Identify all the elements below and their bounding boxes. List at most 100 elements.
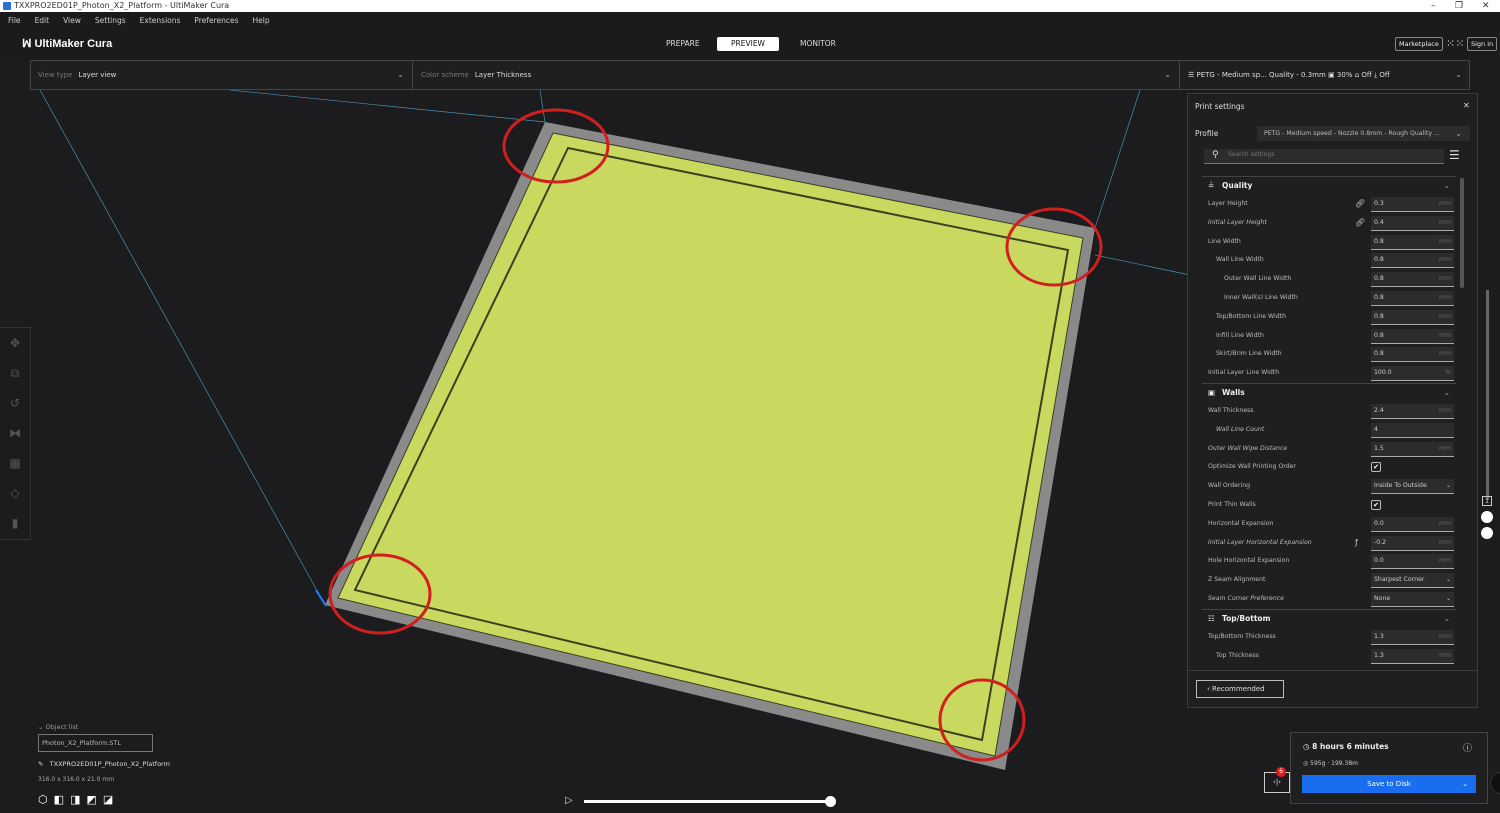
support-blocker-icon[interactable]: ◇ (0, 478, 30, 508)
layer-slider-lower-handle[interactable] (1481, 527, 1493, 539)
settings-menu-icon[interactable]: ☰ (1449, 148, 1460, 162)
setting-input[interactable]: 0.8 mm (1371, 272, 1454, 288)
color-scheme-dropdown[interactable]: Color scheme Layer Thickness ⌄ (413, 60, 1180, 90)
setting-input[interactable]: 0.4 mm (1371, 215, 1454, 231)
setting-value: 1.3 (1374, 632, 1384, 640)
setting-input[interactable]: -0.2 mm (1371, 535, 1454, 551)
scale-tool-icon[interactable]: ⧉ (0, 358, 30, 388)
setting-input[interactable]: 100.0% (1371, 366, 1454, 382)
settings-scrollbar[interactable] (1460, 178, 1464, 288)
object-name-row[interactable]: ✎ TXXPRO2ED01P_Photon_X2_Platform (38, 760, 170, 768)
setting-label: Seam Corner Preference (1208, 595, 1284, 602)
play-simulation-button[interactable]: ▷ (565, 795, 573, 806)
minimize-button[interactable]: – (1431, 0, 1436, 12)
chevron-down-icon: ⌄ (1164, 70, 1171, 79)
setting-input[interactable]: 0.8 mm (1371, 234, 1454, 250)
save-to-disk-button[interactable]: Save to Disk ⌄ (1302, 775, 1476, 793)
chevron-down-icon[interactable]: ⌄ (1462, 775, 1468, 793)
setting-label: Line Width (1208, 237, 1241, 245)
setting-input[interactable]: 1.3 mm (1371, 629, 1454, 645)
setting-input[interactable]: 2.4 mm (1371, 404, 1454, 419)
function-icon[interactable]: ƒ (1355, 534, 1358, 552)
object-list-item[interactable]: Photon_X2_Platform.STL (38, 734, 153, 752)
close-window-button[interactable]: ✕ (1482, 0, 1490, 12)
menu-edit[interactable]: Edit (35, 12, 50, 30)
path-slider-handle[interactable] (825, 796, 836, 807)
setting-input[interactable]: 0.8 mm (1371, 253, 1454, 269)
3d-view-icon[interactable]: ⬡ (38, 793, 54, 806)
recommended-button[interactable]: ‹ Recommended (1196, 680, 1284, 698)
right-view-icon[interactable]: ◪ (103, 793, 119, 806)
menu-extensions[interactable]: Extensions (140, 12, 181, 30)
setting-input[interactable]: 0.8 mm (1371, 328, 1454, 344)
top-view-icon[interactable]: ◨ (70, 793, 86, 806)
layer-slider-upper-handle[interactable] (1481, 511, 1493, 523)
path-slider-track[interactable] (584, 800, 830, 803)
sign-in-button[interactable]: Sign in (1467, 37, 1498, 51)
setting-input[interactable]: 0.0 mm (1371, 516, 1454, 532)
setting-input[interactable]: 0.8 mm (1371, 291, 1454, 306)
mirror-tool-icon[interactable]: ⧓ (0, 418, 30, 448)
setting-input[interactable]: 0.8 mm (1371, 347, 1454, 363)
setting-input[interactable]: 0.0 mm (1371, 554, 1454, 570)
tab-preview[interactable]: PREVIEW (717, 37, 779, 51)
setting-label: Layer Height (1208, 200, 1248, 207)
left-view-icon[interactable]: ◩ (86, 793, 102, 806)
tab-prepare[interactable]: PREPARE (656, 37, 708, 51)
delete-icon[interactable]: ▮ (0, 508, 30, 538)
menu-preferences[interactable]: Preferences (194, 12, 238, 30)
settings-category-top-bottom[interactable]: ☷ Top/Bottom ⌄ (1202, 608, 1456, 627)
rotate-tool-icon[interactable]: ↺ (0, 388, 30, 418)
setting-label: Wall Line Count (1216, 425, 1265, 433)
settings-category-quality[interactable]: ≟ Quality ⌄ (1202, 176, 1456, 194)
view-type-dropdown[interactable]: View type Layer view ⌄ (30, 60, 413, 90)
apps-grid-icon[interactable]: ⁙⁙ (1446, 37, 1464, 50)
setting-row: Seam Corner Preference None ⌄ (1208, 590, 1454, 608)
restore-button[interactable]: ❐ (1455, 0, 1463, 12)
setting-dropdown[interactable]: None ⌄ (1371, 592, 1454, 607)
settings-category-walls[interactable]: ▣ Walls ⌄ (1202, 383, 1456, 401)
setting-input[interactable]: 4 (1371, 422, 1454, 438)
setting-checkbox[interactable]: ✔ (1371, 500, 1381, 510)
setting-row: Outer Wall Wipe Distance 1.5 mm (1208, 440, 1454, 458)
profile-dropdown[interactable]: PETG - Medium speed - Nozzle 0.8mm - Rou… (1257, 126, 1470, 141)
setting-value: 1.5 (1374, 444, 1384, 452)
layer-slider-track[interactable] (1486, 290, 1489, 500)
setting-dropdown[interactable]: Inside To Outside ⌄ (1371, 479, 1454, 495)
setting-unit: mm (1438, 275, 1451, 283)
menu-settings[interactable]: Settings (95, 12, 126, 30)
link-icon[interactable]: 🔗︎ (1355, 214, 1365, 232)
setting-unit: mm (1438, 312, 1451, 320)
setting-input[interactable]: 0.3 mm (1371, 197, 1454, 212)
setting-row: Top/Bottom Thickness 1.3 mm (1208, 628, 1454, 646)
per-model-settings-icon[interactable]: ▦ (0, 448, 30, 478)
setting-label: Infill Line Width (1216, 331, 1264, 339)
chevron-down-icon: ⌄ (1445, 482, 1451, 490)
setting-unit: mm (1438, 632, 1451, 640)
setting-unit: mm (1438, 557, 1451, 565)
setting-dropdown[interactable]: Sharpest Corner ⌄ (1371, 573, 1454, 589)
move-tool-icon[interactable]: ✥ (0, 328, 30, 358)
object-list-toggle[interactable]: ⌄ Object list (38, 723, 78, 731)
setting-input[interactable]: 0.8 mm (1371, 309, 1454, 325)
setting-value: -0.2 (1374, 538, 1387, 546)
menu-file[interactable]: File (8, 12, 21, 30)
category-label: Top/Bottom (1222, 613, 1271, 623)
setting-value: None (1374, 595, 1391, 602)
setting-input[interactable]: 1.3 mm (1371, 648, 1454, 664)
search-settings-field[interactable]: ⚲ (1204, 149, 1444, 164)
support-icon: ⌂ (1354, 71, 1360, 79)
search-input[interactable] (1228, 151, 1428, 158)
menu-view[interactable]: View (63, 12, 81, 30)
print-settings-summary-button[interactable]: ☰ PETG - Medium sp... Quality - 0.3mm ▣ … (1180, 60, 1470, 90)
chevron-down-icon: ⌄ (1445, 595, 1451, 602)
menu-help[interactable]: Help (253, 12, 270, 30)
marketplace-button[interactable]: Marketplace (1395, 37, 1443, 51)
setting-input[interactable]: 1.5 mm (1371, 441, 1454, 457)
close-panel-button[interactable]: ✕ (1463, 101, 1470, 110)
info-icon[interactable]: ⓘ (1463, 741, 1472, 754)
link-icon[interactable]: 🔗︎ (1355, 195, 1365, 213)
front-view-icon[interactable]: ◧ (54, 793, 70, 806)
tab-monitor[interactable]: MONITOR (790, 37, 842, 51)
setting-checkbox[interactable]: ✔ (1371, 462, 1381, 473)
